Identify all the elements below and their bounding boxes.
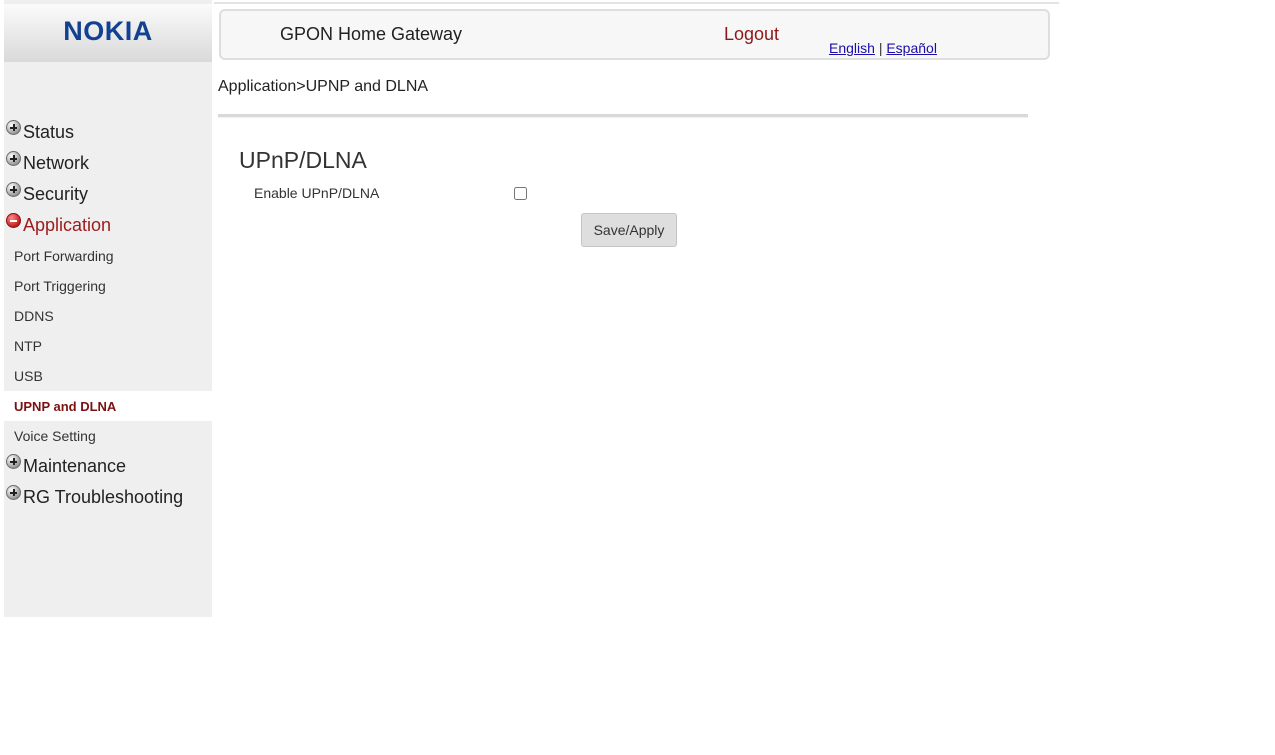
language-switcher: English | Español	[829, 40, 937, 56]
sidebar-subitem-port-forwarding[interactable]: Port Forwarding	[4, 241, 212, 271]
save-apply-button[interactable]: Save/Apply	[581, 213, 677, 247]
expand-plus-icon[interactable]	[6, 120, 21, 135]
sidebar-item-label: Application	[23, 215, 112, 235]
page: NOKIA Status Network Security Applicatio…	[0, 0, 1275, 755]
sidebar-subitem-ddns[interactable]: DDNS	[4, 301, 212, 331]
page-header-title: GPON Home Gateway	[280, 24, 463, 44]
sidebar-item-status[interactable]: Status	[4, 117, 212, 148]
sidebar-subitem-usb[interactable]: USB	[4, 361, 212, 391]
language-english-link[interactable]: English	[829, 40, 875, 56]
sidebar-item-rg-troubleshooting[interactable]: RG Troubleshooting	[4, 482, 212, 513]
enable-upnp-checkbox[interactable]	[514, 187, 527, 200]
language-separator: |	[878, 40, 883, 56]
sidebar-subitem-port-triggering[interactable]: Port Triggering	[4, 271, 212, 301]
sidebar-item-label: Security	[23, 184, 89, 204]
collapse-minus-icon[interactable]	[6, 213, 21, 228]
expand-plus-icon[interactable]	[6, 485, 21, 500]
sidebar-item-label: RG Troubleshooting	[23, 487, 184, 507]
sidebar: NOKIA Status Network Security Applicatio…	[4, 0, 212, 617]
sidebar-item-security[interactable]: Security	[4, 179, 212, 210]
sidebar-item-label: Network	[23, 153, 90, 173]
breadcrumb: Application>UPNP and DLNA	[218, 78, 429, 95]
section-title: UPnP/DLNA	[239, 147, 367, 173]
sidebar-item-label: Maintenance	[23, 456, 127, 476]
expand-plus-icon[interactable]	[6, 182, 21, 197]
sidebar-subitem-ntp[interactable]: NTP	[4, 331, 212, 361]
sidebar-item-network[interactable]: Network	[4, 148, 212, 179]
header-bar: GPON Home Gateway Logout English | Españ…	[219, 9, 1050, 60]
sidebar-nav: Status Network Security Application Port…	[4, 117, 212, 513]
sidebar-item-maintenance[interactable]: Maintenance	[4, 451, 212, 482]
sidebar-subitem-upnp-dlna[interactable]: UPNP and DLNA	[4, 391, 212, 421]
logout-link[interactable]: Logout	[724, 24, 779, 45]
sidebar-subitem-voice-setting[interactable]: Voice Setting	[4, 421, 212, 451]
nokia-logo: NOKIA	[63, 15, 153, 46]
language-espanol-link[interactable]: Español	[886, 40, 937, 56]
top-divider	[214, 2, 1059, 4]
content-divider	[218, 114, 1028, 118]
expand-plus-icon[interactable]	[6, 151, 21, 166]
logo-area: NOKIA	[4, 4, 212, 62]
enable-upnp-label: Enable UPnP/DLNA	[254, 185, 380, 201]
sidebar-item-label: Status	[23, 122, 75, 142]
sidebar-item-application[interactable]: Application	[4, 210, 212, 241]
expand-plus-icon[interactable]	[6, 454, 21, 469]
